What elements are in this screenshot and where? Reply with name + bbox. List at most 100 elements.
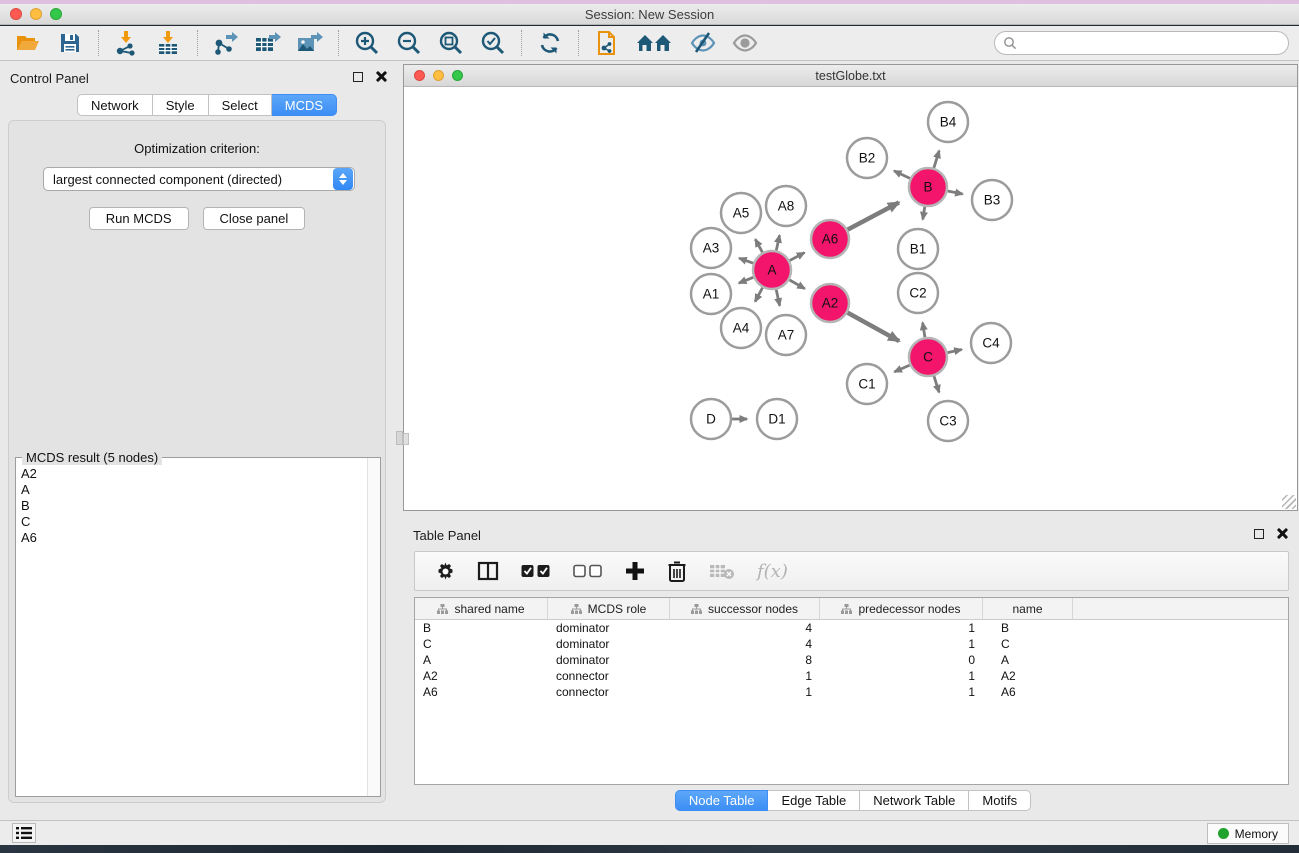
tab-node-table[interactable]: Node Table — [675, 790, 769, 811]
network-file-icon[interactable] — [593, 29, 621, 57]
table-row[interactable]: Cdominator41C — [415, 636, 1288, 652]
deselect-all-checkboxes-icon[interactable] — [573, 564, 603, 578]
tab-style[interactable]: Style — [153, 94, 209, 116]
tab-select[interactable]: Select — [209, 94, 272, 116]
node-A7[interactable]: A7 — [766, 315, 806, 355]
edge-C-C2[interactable] — [923, 323, 925, 338]
panel-splitter-handle[interactable] — [396, 431, 403, 445]
node-B3[interactable]: B3 — [972, 180, 1012, 220]
node-C2[interactable]: C2 — [898, 273, 938, 313]
search-input[interactable] — [1017, 36, 1267, 50]
node-C3[interactable]: C3 — [928, 401, 968, 441]
tab-motifs[interactable]: Motifs — [969, 790, 1031, 811]
refresh-icon[interactable] — [536, 29, 564, 57]
edge-B-B1[interactable] — [923, 207, 925, 220]
network-graph[interactable]: B4B2BB3B1A5A8A6A3AA1A2A4A7C2C4CC1C3DD1 — [404, 87, 1297, 510]
criterion-select[interactable]: largest connected component (directed) — [43, 167, 355, 191]
node-A[interactable]: A — [753, 251, 791, 289]
tab-network-table[interactable]: Network Table — [860, 790, 969, 811]
column-header-shared-name[interactable]: shared name — [415, 598, 548, 619]
close-panel-icon[interactable] — [375, 71, 386, 82]
memory-button[interactable]: Memory — [1207, 823, 1289, 844]
zoom-selected-icon[interactable] — [479, 29, 507, 57]
edge-A-A8[interactable] — [776, 235, 779, 250]
task-history-button[interactable] — [12, 823, 36, 843]
tab-network[interactable]: Network — [77, 94, 153, 116]
edge-C-C1[interactable] — [894, 365, 909, 372]
import-network-icon[interactable] — [113, 29, 141, 57]
result-scrollbar[interactable] — [367, 458, 380, 796]
hide-details-eye-icon[interactable] — [689, 29, 717, 57]
edge-A6-B[interactable] — [848, 202, 899, 229]
close-panel-button[interactable]: Close panel — [203, 207, 306, 230]
export-image-icon[interactable] — [296, 29, 324, 57]
export-network-icon[interactable] — [212, 29, 240, 57]
close-table-panel-icon[interactable] — [1276, 528, 1287, 539]
network-splitter-handle[interactable] — [403, 433, 409, 445]
column-header-name[interactable]: name — [983, 598, 1073, 619]
edge-B-B2[interactable] — [894, 171, 910, 179]
edge-A2-C[interactable] — [848, 313, 900, 341]
toolbar-search[interactable] — [994, 31, 1289, 55]
column-header-MCDS-role[interactable]: MCDS role — [548, 598, 670, 619]
function-builder-icon[interactable]: f(x) — [757, 561, 788, 582]
import-table-icon[interactable] — [155, 29, 183, 57]
open-folder-icon[interactable] — [14, 29, 42, 57]
node-A1[interactable]: A1 — [691, 274, 731, 314]
node-C[interactable]: C — [909, 338, 947, 376]
node-A4[interactable]: A4 — [721, 308, 761, 348]
save-icon[interactable] — [56, 29, 84, 57]
table-row[interactable]: Adominator80A — [415, 652, 1288, 668]
result-item[interactable]: A6 — [21, 530, 37, 546]
show-eye-icon[interactable] — [731, 29, 759, 57]
node-B[interactable]: B — [909, 168, 947, 206]
export-table-icon[interactable] — [254, 29, 282, 57]
add-column-icon[interactable] — [625, 561, 645, 581]
edge-A-A6[interactable] — [790, 253, 805, 261]
node-B4[interactable]: B4 — [928, 102, 968, 142]
run-mcds-button[interactable]: Run MCDS — [89, 207, 189, 230]
node-A3[interactable]: A3 — [691, 228, 731, 268]
result-item[interactable]: C — [21, 514, 37, 530]
tab-edge-table[interactable]: Edge Table — [768, 790, 860, 811]
column-header-successor-nodes[interactable]: successor nodes — [670, 598, 820, 619]
delete-table-icon[interactable] — [709, 562, 735, 580]
edge-B-B4[interactable] — [934, 151, 939, 168]
select-all-checkboxes-icon[interactable] — [521, 564, 551, 578]
result-item[interactable]: B — [21, 498, 37, 514]
node-D1[interactable]: D1 — [757, 399, 797, 439]
node-B1[interactable]: B1 — [898, 229, 938, 269]
edge-A-A5[interactable] — [755, 239, 762, 252]
float-table-panel-icon[interactable] — [1254, 529, 1264, 539]
edge-A-A7[interactable] — [776, 290, 779, 306]
edge-A-A4[interactable] — [755, 288, 762, 302]
column-header-predecessor-nodes[interactable]: predecessor nodes — [820, 598, 983, 619]
edge-B-B3[interactable] — [948, 191, 963, 194]
node-A2[interactable]: A2 — [811, 284, 849, 322]
settings-gear-icon[interactable] — [433, 560, 455, 582]
home-pair-icon[interactable] — [635, 29, 675, 57]
tab-mcds[interactable]: MCDS — [272, 94, 337, 116]
node-A6[interactable]: A6 — [811, 220, 849, 258]
network-titlebar[interactable]: testGlobe.txt — [404, 65, 1297, 87]
edge-A-A2[interactable] — [789, 280, 804, 289]
node-A5[interactable]: A5 — [721, 193, 761, 233]
table-row[interactable]: A2connector11A2 — [415, 668, 1288, 684]
result-item[interactable]: A — [21, 482, 37, 498]
result-item[interactable]: A2 — [21, 466, 37, 482]
table-row[interactable]: Bdominator41B — [415, 620, 1288, 636]
node-B2[interactable]: B2 — [847, 138, 887, 178]
edge-A-A3[interactable] — [739, 258, 753, 263]
edge-C-C4[interactable] — [948, 350, 962, 353]
node-A8[interactable]: A8 — [766, 186, 806, 226]
node-D[interactable]: D — [691, 399, 731, 439]
column-visibility-icon[interactable] — [477, 561, 499, 581]
edge-A-A1[interactable] — [739, 277, 753, 283]
network-resize-grip[interactable] — [1282, 495, 1296, 509]
table-row[interactable]: A6connector11A6 — [415, 684, 1288, 700]
zoom-in-icon[interactable] — [353, 29, 381, 57]
network-canvas[interactable]: B4B2BB3B1A5A8A6A3AA1A2A4A7C2C4CC1C3DD1 — [404, 87, 1297, 510]
zoom-out-icon[interactable] — [395, 29, 423, 57]
float-panel-icon[interactable] — [353, 72, 363, 82]
node-C4[interactable]: C4 — [971, 323, 1011, 363]
